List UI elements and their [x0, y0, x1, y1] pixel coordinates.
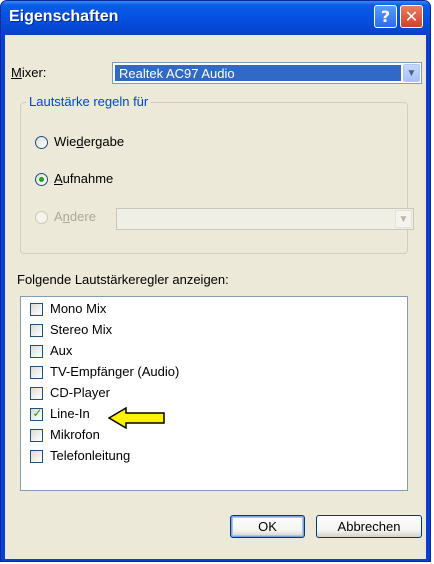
checkbox[interactable]: [30, 429, 43, 442]
radio-selected-dot: [39, 177, 44, 182]
list-item-label[interactable]: Aux: [50, 343, 72, 358]
yellow-arrow-icon: [108, 407, 165, 429]
checkbox[interactable]: [30, 303, 43, 316]
list-item-label[interactable]: Mono Mix: [50, 301, 106, 316]
checkbox[interactable]: [30, 366, 43, 379]
checkbox[interactable]: [30, 387, 43, 400]
properties-dialog: Eigenschaften ? ✕ Mixer: Realtek AC97 Au…: [0, 0, 431, 562]
radio-wiedergabe[interactable]: [35, 136, 48, 149]
close-button[interactable]: ✕: [400, 5, 423, 28]
title-bar[interactable]: Eigenschaften ? ✕: [1, 1, 430, 35]
list-item-label[interactable]: Telefonleitung: [50, 448, 130, 463]
radio-andere[interactable]: [35, 211, 48, 224]
list-item-label[interactable]: Mikrofon: [50, 427, 100, 442]
radio-aufnahme-label[interactable]: Aufnahme: [54, 171, 113, 186]
radio-aufnahme[interactable]: [35, 173, 48, 186]
radio-andere-label[interactable]: Andere: [54, 209, 96, 224]
mixer-selected-value: Realtek AC97 Audio: [115, 65, 401, 81]
checkbox-checked[interactable]: ✓: [30, 406, 43, 421]
checkbox[interactable]: [30, 324, 43, 337]
list-item-label[interactable]: Stereo Mix: [50, 322, 112, 337]
list-item-label[interactable]: CD-Player: [50, 385, 110, 400]
checkmark-icon: ✓: [32, 406, 43, 420]
volume-controls-list[interactable]: Mono Mix Stereo Mix Aux TV-Empfänger (Au…: [20, 296, 408, 491]
chevron-down-icon[interactable]: ▼: [395, 210, 412, 228]
help-button[interactable]: ?: [374, 5, 397, 28]
help-icon: ?: [380, 7, 391, 26]
volume-group-title: Lautstärke regeln für: [26, 94, 152, 109]
dialog-body: Mixer: Realtek AC97 Audio ▼ Lautstärke r…: [5, 35, 426, 559]
chevron-down-icon[interactable]: ▼: [403, 64, 420, 82]
cancel-button[interactable]: Abbrechen: [316, 515, 422, 538]
list-item-label[interactable]: Line-In: [50, 406, 90, 421]
list-item-label[interactable]: TV-Empfänger (Audio): [50, 364, 179, 379]
other-device-select[interactable]: ▼: [116, 208, 414, 230]
checkbox[interactable]: [30, 345, 43, 358]
mixer-label: Mixer:: [11, 65, 47, 80]
ok-button[interactable]: OK: [230, 515, 305, 538]
window-title: Eigenschaften: [9, 8, 119, 25]
controls-heading: Folgende Lautstärkeregler anzeigen:: [17, 272, 229, 287]
close-icon: ✕: [404, 7, 419, 26]
checkbox[interactable]: [30, 450, 43, 463]
radio-wiedergabe-label[interactable]: Wiedergabe: [54, 134, 124, 149]
mixer-select[interactable]: Realtek AC97 Audio ▼: [112, 62, 422, 84]
